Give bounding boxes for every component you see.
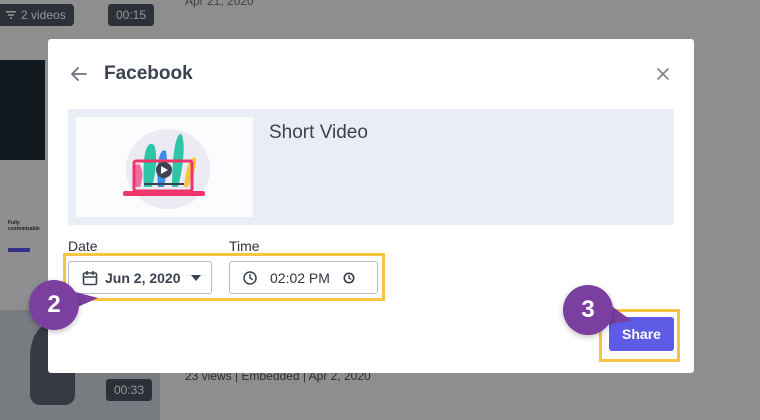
modal-title: Facebook [104,63,193,84]
close-icon [657,68,669,80]
close-button[interactable] [653,64,673,84]
video-title: Short Video [269,122,368,143]
time-label: Time [229,238,260,254]
highlight-date-time-fields [63,253,385,301]
video-thumbnail [76,117,253,217]
video-illustration-icon [123,129,210,209]
video-preview: Short Video [68,109,674,225]
arrow-left-icon [71,67,87,81]
step-2-callout: 2 [29,280,79,330]
back-button[interactable] [68,63,90,85]
step-3-callout: 3 [563,285,613,335]
date-label: Date [68,238,98,254]
